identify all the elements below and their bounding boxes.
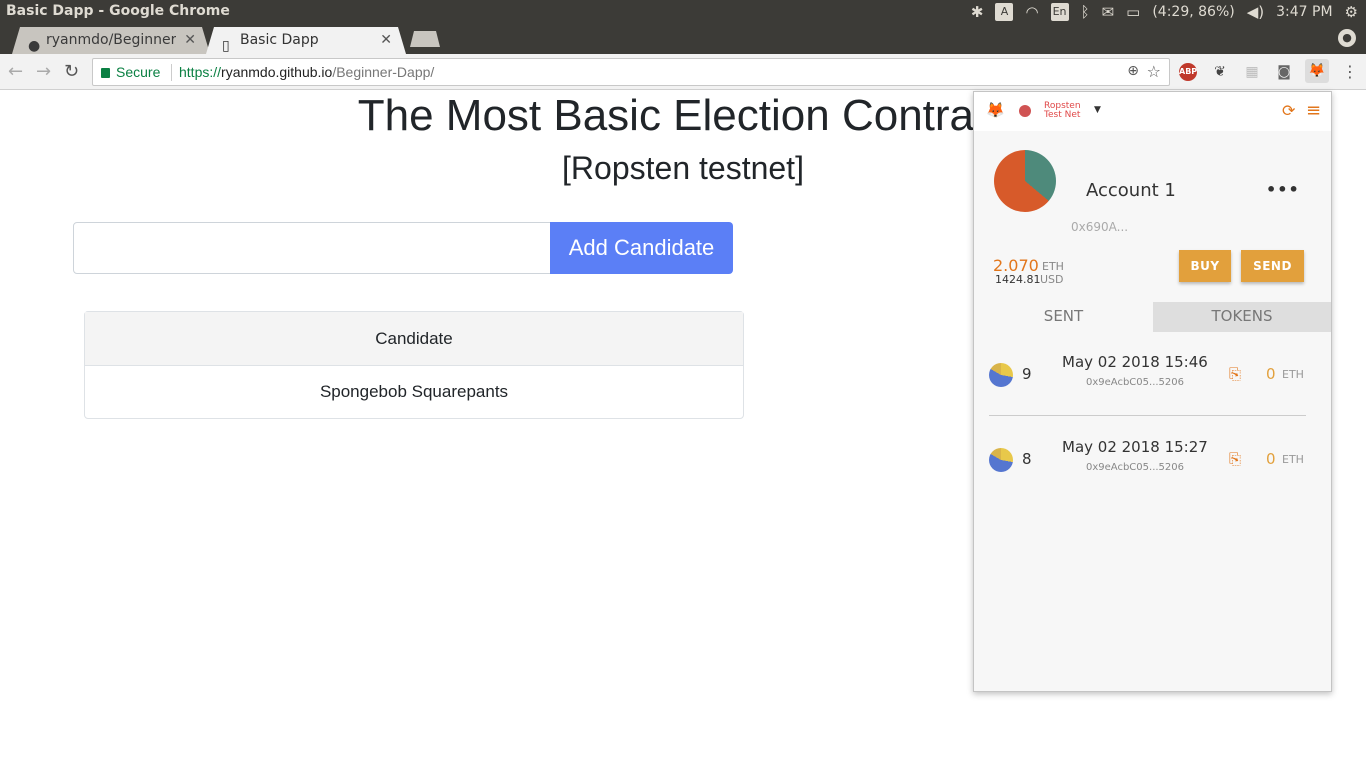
metamask-fox-icon: 🦊 bbox=[986, 101, 1005, 119]
table-row: Spongebob Squarepants bbox=[319, 382, 509, 401]
clock[interactable]: 3:47 PM bbox=[1276, 4, 1332, 20]
network-status-dot bbox=[1019, 105, 1031, 117]
more-options-icon[interactable]: ••• bbox=[1266, 180, 1300, 199]
transaction-amount: 0 bbox=[1266, 450, 1276, 468]
bookmark-star-icon[interactable]: ☆ bbox=[1147, 62, 1161, 81]
caret-down-icon[interactable]: ▼ bbox=[1094, 105, 1101, 115]
wifi-icon[interactable]: ◠ bbox=[1025, 3, 1038, 21]
battery-status[interactable]: (4:29, 86%) bbox=[1152, 4, 1234, 20]
window-title: Basic Dapp - Google Chrome bbox=[6, 3, 230, 19]
settings-gear-icon[interactable]: ✱ bbox=[971, 3, 984, 21]
candidate-input[interactable] bbox=[73, 222, 551, 274]
tab-github[interactable]: ● ryanmdo/Beginner-Dapp ✕ bbox=[12, 27, 210, 54]
transaction-nonce: 9 bbox=[1022, 365, 1032, 383]
transaction-unit: ETH bbox=[1282, 453, 1304, 466]
hamburger-menu-icon[interactable]: ≡ bbox=[1306, 100, 1321, 121]
profile-icon[interactable]: ● bbox=[1338, 29, 1356, 47]
eth-unit: ETH bbox=[1042, 260, 1064, 273]
tab-label: ryanmdo/Beginner-Dapp bbox=[46, 32, 176, 48]
forward-arrow-icon[interactable]: → bbox=[36, 61, 51, 82]
zoom-icon[interactable]: ⊕ bbox=[1127, 63, 1139, 79]
keyboard-layout-indicator[interactable]: En bbox=[1050, 3, 1069, 21]
usd-unit: USD bbox=[1040, 273, 1064, 286]
transaction-amount: 0 bbox=[1266, 365, 1276, 383]
metamask-tabs: SENT TOKENS bbox=[974, 302, 1331, 332]
candidate-table: Candidate Spongebob Squarepants bbox=[84, 311, 744, 419]
secure-indicator[interactable]: Secure bbox=[101, 64, 160, 80]
power-gear-icon[interactable]: ⚙ bbox=[1345, 3, 1358, 21]
url-text[interactable]: https://ryanmdo.github.io/Beginner-Dapp/ bbox=[179, 64, 434, 80]
mail-icon[interactable]: ✉ bbox=[1102, 3, 1115, 21]
transaction-row[interactable]: 8 May 02 2018 15:27 0x9eAcbC05...5206 ⎘ … bbox=[974, 419, 1331, 503]
table-header: Candidate bbox=[85, 312, 743, 366]
transaction-hash: 0x9eAcbC05...5206 bbox=[1086, 377, 1184, 388]
font-indicator-icon[interactable]: A bbox=[995, 3, 1014, 21]
account-switch-icon[interactable]: ⟳ bbox=[1282, 101, 1295, 120]
chrome-menu-icon[interactable]: ⋮ bbox=[1342, 62, 1358, 81]
back-arrow-icon[interactable]: ← bbox=[8, 61, 23, 82]
add-candidate-button[interactable]: Add Candidate bbox=[550, 222, 733, 274]
divider bbox=[989, 415, 1306, 416]
usd-balance: 1424.81 bbox=[995, 273, 1041, 286]
battery-icon[interactable]: ▭ bbox=[1126, 3, 1140, 21]
buy-button[interactable]: BUY bbox=[1179, 250, 1231, 282]
copy-icon[interactable]: ⎘ bbox=[1229, 450, 1241, 468]
account-identicon bbox=[994, 150, 1056, 212]
transaction-row[interactable]: 9 May 02 2018 15:46 0x9eAcbC05...5206 ⎘ … bbox=[974, 334, 1331, 418]
tab-sent[interactable]: SENT bbox=[974, 302, 1153, 332]
lock-icon bbox=[101, 68, 110, 78]
bluetooth-icon[interactable]: ᛒ bbox=[1081, 3, 1090, 21]
transaction-date: May 02 2018 15:27 bbox=[1062, 438, 1208, 456]
metamask-popup: 🦊 Ropsten Test Net ▼ ⟳ ≡ Account 1 ••• 0… bbox=[973, 91, 1332, 692]
transaction-identicon bbox=[989, 363, 1013, 387]
url-separator bbox=[171, 64, 172, 81]
camera-icon[interactable]: ◙ bbox=[1275, 63, 1293, 81]
send-button[interactable]: SEND bbox=[1241, 250, 1304, 282]
transaction-identicon bbox=[989, 448, 1013, 472]
account-address[interactable]: 0x690A... bbox=[1071, 220, 1128, 234]
evernote-icon[interactable]: ❦ bbox=[1211, 63, 1229, 81]
volume-icon[interactable]: ◀) bbox=[1247, 3, 1264, 21]
new-tab-button[interactable] bbox=[410, 31, 440, 47]
tab-basic-dapp[interactable]: ▯ Basic Dapp ✕ bbox=[206, 27, 406, 54]
extension-grid-icon[interactable]: ▦ bbox=[1243, 63, 1261, 81]
account-name: Account 1 bbox=[1086, 180, 1176, 201]
system-tray: ✱ A ◠ En ᛒ ✉ ▭ (4:29, 86%) ◀) 3:47 PM ⚙ bbox=[971, 0, 1358, 24]
close-tab-icon[interactable]: ✕ bbox=[380, 27, 392, 53]
browser-tab-strip: ● ryanmdo/Beginner-Dapp ✕ ▯ Basic Dapp ✕… bbox=[0, 24, 1366, 54]
network-selector[interactable]: Ropsten Test Net bbox=[1044, 102, 1081, 120]
copy-icon[interactable]: ⎘ bbox=[1229, 365, 1241, 383]
metamask-header: 🦊 Ropsten Test Net ▼ ⟳ ≡ bbox=[974, 92, 1331, 131]
metamask-fox-icon[interactable]: 🦊 bbox=[1305, 59, 1329, 83]
transaction-nonce: 8 bbox=[1022, 450, 1032, 468]
address-bar[interactable]: Secure https://ryanmdo.github.io/Beginne… bbox=[92, 58, 1170, 86]
adblock-plus-icon[interactable]: ABP bbox=[1179, 63, 1197, 81]
close-tab-icon[interactable]: ✕ bbox=[184, 27, 196, 53]
tab-label: Basic Dapp bbox=[240, 32, 319, 48]
transaction-date: May 02 2018 15:46 bbox=[1062, 353, 1208, 371]
browser-toolbar: ← → ↻ Secure https://ryanmdo.github.io/B… bbox=[0, 54, 1366, 90]
transaction-hash: 0x9eAcbC05...5206 bbox=[1086, 462, 1184, 473]
os-top-bar: Basic Dapp - Google Chrome ✱ A ◠ En ᛒ ✉ … bbox=[0, 0, 1366, 24]
tab-tokens[interactable]: TOKENS bbox=[1153, 302, 1331, 332]
transaction-unit: ETH bbox=[1282, 368, 1304, 381]
reload-icon[interactable]: ↻ bbox=[64, 61, 79, 82]
